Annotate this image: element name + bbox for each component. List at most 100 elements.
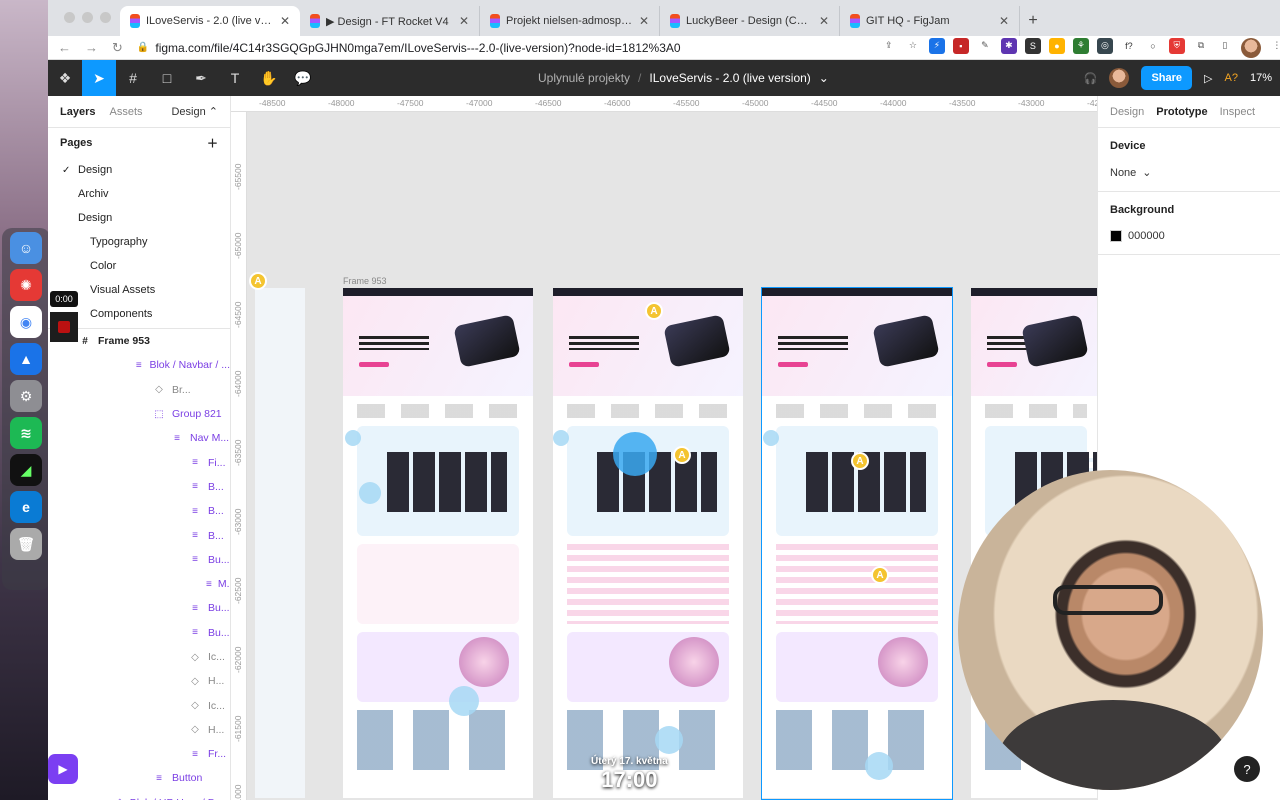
layer-row[interactable]: ◇ Ic... bbox=[48, 693, 230, 717]
close-tab-icon[interactable]: ✕ bbox=[280, 14, 290, 28]
bookmark-star-icon[interactable]: ☆ bbox=[905, 38, 921, 54]
background-color[interactable]: 000000 bbox=[1110, 230, 1268, 242]
frame-label[interactable]: Frame 953 bbox=[343, 276, 387, 286]
zoom-window-icon[interactable] bbox=[100, 12, 111, 23]
page-selector[interactable]: Design ⌃ bbox=[171, 105, 218, 118]
breadcrumb-file[interactable]: ILoveServis - 2.0 (live version) bbox=[649, 71, 810, 85]
layer-row[interactable]: ≡ B... bbox=[48, 523, 230, 547]
layer-row[interactable]: ≡ Bu... bbox=[48, 548, 230, 572]
collaborator-avatar[interactable] bbox=[1109, 68, 1130, 88]
extension-bolt-icon[interactable]: ⚡ bbox=[928, 37, 945, 54]
edge-icon[interactable]: e bbox=[10, 491, 42, 523]
browser-tab[interactable]: ▶ Design - FT Rocket V4 ✕ bbox=[300, 6, 480, 36]
close-tab-icon[interactable]: ✕ bbox=[819, 14, 829, 28]
settings-icon[interactable]: ⚙ bbox=[10, 380, 42, 412]
background-swatch[interactable] bbox=[1110, 230, 1122, 242]
frame-tool-icon[interactable]: # bbox=[116, 60, 150, 96]
hand-tool-icon[interactable]: ✋ bbox=[252, 60, 286, 96]
add-page-icon[interactable]: ＋ bbox=[207, 135, 218, 151]
extension-dark-icon[interactable]: ◎ bbox=[1096, 37, 1113, 54]
chrome-icon[interactable]: ◉ bbox=[10, 306, 42, 338]
extension-purple-icon[interactable]: ✱ bbox=[1000, 37, 1017, 54]
pen-tool-icon[interactable]: ✒ bbox=[184, 60, 218, 96]
layer-row[interactable]: ≡ B... bbox=[48, 499, 230, 523]
page-item[interactable]: Typography bbox=[48, 230, 230, 254]
app-red-icon[interactable]: ✺ bbox=[10, 269, 42, 301]
figma-menu-icon[interactable]: ❖ bbox=[48, 60, 82, 96]
tab-design[interactable]: Design bbox=[1110, 106, 1144, 118]
present-icon[interactable]: ▷ bbox=[1204, 72, 1212, 85]
eyedropper-icon[interactable]: ✎ bbox=[977, 38, 993, 54]
tab-assets[interactable]: Assets bbox=[109, 106, 142, 118]
browser-tab[interactable]: Projekt nielsen-admosphere.cz ✕ bbox=[480, 6, 660, 36]
tab-prototype[interactable]: Prototype bbox=[1156, 106, 1207, 118]
finder-icon[interactable]: ☺ bbox=[10, 232, 42, 264]
layer-row[interactable]: ≡ Bu... bbox=[48, 596, 230, 620]
mobile-design-frame[interactable] bbox=[255, 288, 305, 798]
close-window-icon[interactable] bbox=[64, 12, 75, 23]
page-item[interactable]: ✓ Design bbox=[48, 158, 230, 182]
address-bar[interactable]: 🔒 figma.com/file/4C14r3SGQGpGJHN0mga7em/I… bbox=[137, 41, 867, 55]
layer-row[interactable]: ≡ M... bbox=[48, 572, 230, 596]
browser-tab[interactable]: ILoveServis - 2.0 (live version) ✕ bbox=[120, 6, 300, 36]
layer-row[interactable]: ◇ H... bbox=[48, 669, 230, 693]
canvas[interactable]: -48500 -48000 -47500 -47000 -46500 -46000 -455… bbox=[231, 96, 1097, 800]
profile-avatar[interactable] bbox=[1240, 37, 1261, 58]
stop-recording-button[interactable] bbox=[50, 312, 78, 342]
extension-green-icon[interactable]: ⚘ bbox=[1072, 37, 1089, 54]
page-item[interactable]: Design bbox=[48, 206, 230, 230]
trash-icon[interactable]: 🗑 bbox=[10, 528, 42, 560]
accessibility-check[interactable]: A? bbox=[1225, 72, 1238, 84]
nav-arrow-icon[interactable]: ▲ bbox=[10, 343, 42, 375]
sidebar-toggle-icon[interactable]: ▯ bbox=[1217, 38, 1233, 54]
browser-tab[interactable]: GIT HQ - FigJam ✕ bbox=[840, 6, 1020, 36]
more-menu-icon[interactable]: ⋮ bbox=[1269, 38, 1280, 54]
app-dark-icon[interactable]: ◢ bbox=[10, 454, 42, 486]
text-tool-icon[interactable]: T bbox=[218, 60, 252, 96]
layer-row[interactable]: ≡ Bu... bbox=[48, 621, 230, 645]
window-controls[interactable] bbox=[64, 12, 111, 23]
page-item[interactable]: Archiv bbox=[48, 182, 230, 206]
layer-row[interactable]: ≡ Nav M... bbox=[48, 426, 230, 450]
close-tab-icon[interactable]: ✕ bbox=[459, 14, 469, 28]
layer-row[interactable]: ≡ B... bbox=[48, 475, 230, 499]
headphones-icon[interactable]: 🎧 bbox=[1084, 72, 1098, 85]
close-tab-icon[interactable]: ✕ bbox=[999, 14, 1009, 28]
device-select[interactable]: None ⌄ bbox=[1110, 166, 1268, 180]
chevron-down-icon[interactable]: ⌄ bbox=[819, 71, 829, 85]
share-page-icon[interactable]: ⇪ bbox=[881, 38, 897, 54]
design-frame-1[interactable] bbox=[343, 288, 533, 798]
breadcrumb-project[interactable]: Uplynulé projekty bbox=[538, 71, 630, 85]
shape-tool-icon[interactable]: □ bbox=[150, 60, 184, 96]
extension-shield-icon[interactable]: ⛨ bbox=[1168, 37, 1185, 54]
layer-row[interactable]: ≡ Fi... bbox=[48, 450, 230, 474]
browser-tab[interactable]: LuckyBeer - Design (Copy) – F ✕ bbox=[660, 6, 840, 36]
share-button[interactable]: Share bbox=[1141, 66, 1193, 90]
move-tool-icon[interactable]: ➤ bbox=[82, 60, 116, 96]
extension-yellow-icon[interactable]: ● bbox=[1048, 37, 1065, 54]
layer-row[interactable]: ◇ Br... bbox=[48, 378, 230, 402]
layer-row[interactable]: ⬚ Group 821 bbox=[48, 402, 230, 426]
back-icon[interactable]: ← bbox=[58, 40, 71, 55]
font-ninja-icon[interactable]: f? bbox=[1121, 38, 1137, 54]
layer-row[interactable]: ◇Blok / HP Hero / Des... bbox=[48, 791, 230, 800]
zoom-level[interactable]: 17% bbox=[1250, 72, 1272, 84]
camera-icon[interactable]: ▶ bbox=[48, 754, 78, 784]
layer-row[interactable]: ≡ Blok / Navbar / ... bbox=[48, 353, 230, 377]
spotify-icon[interactable]: ≋ bbox=[10, 417, 42, 449]
puzzle-icon[interactable]: ⧉ bbox=[1193, 38, 1209, 54]
tab-layers[interactable]: Layers bbox=[60, 106, 95, 118]
close-tab-icon[interactable]: ✕ bbox=[639, 14, 649, 28]
minimize-window-icon[interactable] bbox=[82, 12, 93, 23]
tab-inspect[interactable]: Inspect bbox=[1220, 106, 1255, 118]
new-tab-icon[interactable]: + bbox=[1020, 6, 1046, 36]
extension-red-icon[interactable]: ▪ bbox=[952, 37, 969, 54]
forward-icon[interactable]: → bbox=[85, 40, 98, 55]
extension-s-icon[interactable]: S bbox=[1024, 37, 1041, 54]
help-button[interactable]: ? bbox=[1234, 756, 1260, 782]
page-item[interactable]: Color bbox=[48, 254, 230, 278]
layer-row[interactable]: ◇ Ic... bbox=[48, 645, 230, 669]
extension-ring-icon[interactable]: ○ bbox=[1145, 38, 1161, 54]
reload-icon[interactable]: ↻ bbox=[112, 40, 123, 56]
background-hex[interactable]: 000000 bbox=[1128, 230, 1165, 242]
